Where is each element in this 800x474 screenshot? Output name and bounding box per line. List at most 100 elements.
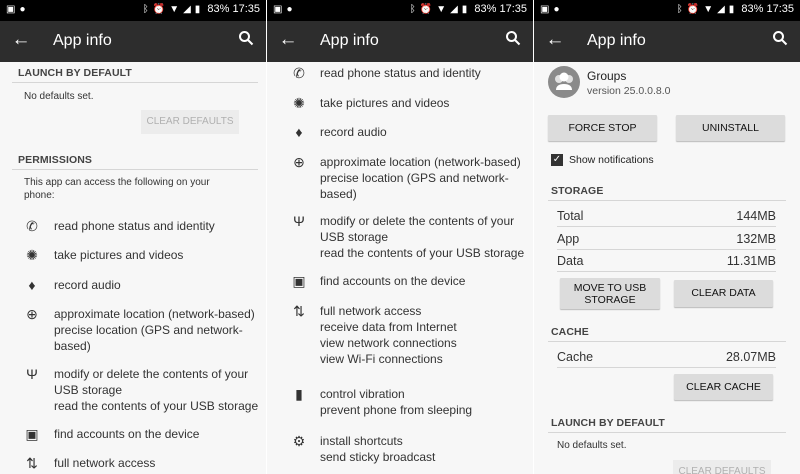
clock: 17:35: [499, 3, 527, 15]
divider: [12, 82, 258, 83]
permission-line: based): [54, 339, 91, 353]
android-icon: ●: [19, 4, 26, 15]
move-to-usb-button[interactable]: MOVE TO USB STORAGE: [560, 278, 660, 309]
permission-item: find accounts on the device: [54, 426, 199, 442]
permissions-intro-line2: phone:: [24, 190, 55, 201]
usb-icon: Ψ: [293, 213, 305, 229]
app-info-panel-permissions-scrolled: ▣ ● ᛒ ⏰ ▼ ◢ ▮ 83% 17:35 ← App info ✆ read pho…: [267, 0, 533, 474]
storage-total-value: 144MB: [736, 209, 776, 223]
permission-line: record audio: [54, 278, 121, 292]
app-info-panel-storage: ▣ ● ᛒ ⏰ ▼ ◢ ▮ 83% 17:35 ← App info Groups ver…: [534, 0, 800, 474]
permission-item: modify or delete the contents of your US…: [54, 366, 258, 414]
move-to-usb-label-line2: STORAGE: [584, 294, 636, 306]
page-title: App info: [587, 32, 646, 49]
wifi-icon: ▼: [436, 4, 447, 15]
divider: [557, 367, 776, 368]
search-icon[interactable]: [772, 30, 792, 50]
permission-item: read phone status and identity: [54, 218, 215, 234]
permission-line: prevent phone from sleeping: [320, 403, 473, 417]
permission-line: read phone status and identity: [320, 66, 481, 80]
permission-item: take pictures and videos: [320, 95, 449, 111]
clock: 17:35: [766, 3, 794, 15]
permission-item: record audio: [320, 124, 387, 140]
clear-defaults-button[interactable]: CLEAR DEFAULTS: [673, 460, 771, 474]
divider: [548, 200, 786, 201]
permission-line: send sticky broadcast: [320, 450, 436, 464]
image-icon: ▣: [6, 4, 16, 15]
battery-percent: 83%: [474, 3, 497, 15]
permission-line: find accounts on the device: [320, 274, 466, 288]
mic-icon: ♦: [28, 277, 36, 293]
alarm-icon: ⏰: [686, 4, 700, 15]
battery-status-icon: ▮: [461, 4, 468, 15]
account-icon: ▣: [25, 426, 39, 442]
permission-line: read the contents of your USB storage: [320, 246, 525, 260]
signal-icon: ◢: [183, 4, 191, 15]
move-to-usb-label-line1: MOVE TO USB: [573, 282, 647, 294]
permission-line: based): [320, 187, 357, 201]
divider: [557, 271, 776, 272]
permission-item: approximate location (network-based) pre…: [320, 154, 521, 202]
clear-defaults-button[interactable]: CLEAR DEFAULTS: [141, 110, 239, 134]
android-icon: ●: [553, 4, 560, 15]
page-title: App info: [320, 32, 379, 49]
clear-data-button[interactable]: CLEAR DATA: [674, 280, 773, 307]
permission-line: take pictures and videos: [320, 96, 450, 110]
signal-icon: ◢: [450, 4, 458, 15]
wifi-icon: ▼: [703, 4, 714, 15]
mic-icon: ♦: [295, 124, 303, 140]
permission-line: take pictures and videos: [54, 248, 184, 262]
alarm-icon: ⏰: [419, 4, 433, 15]
app-bar: ← App info: [534, 21, 800, 62]
signal-icon: ◢: [717, 4, 725, 15]
back-arrow-icon[interactable]: ←: [544, 29, 566, 51]
permission-item: approximate location (network-based) pre…: [54, 306, 255, 354]
app-name: Groups: [587, 69, 627, 83]
clock: 17:35: [232, 3, 260, 15]
battery-percent: 83%: [741, 3, 764, 15]
permissions-intro: This app can access the following on you…: [24, 176, 210, 202]
app-bar: ← App info: [267, 21, 533, 62]
permission-item: take pictures and videos: [54, 247, 183, 263]
permission-line: precise location (GPS and network-: [320, 171, 509, 185]
uninstall-button[interactable]: UNINSTALL: [676, 115, 785, 141]
permission-line: find accounts on the device: [54, 427, 200, 441]
usb-icon: Ψ: [26, 366, 38, 382]
permission-line: read phone status and identity: [54, 219, 215, 233]
permission-item: read phone status and identity: [320, 65, 481, 81]
search-icon[interactable]: [238, 30, 258, 50]
search-icon[interactable]: [505, 30, 525, 50]
camera-icon: ✺: [26, 247, 38, 263]
divider: [557, 249, 776, 250]
app-bar: ← App info: [0, 21, 266, 62]
permission-line: view network connections: [320, 336, 457, 350]
back-arrow-icon[interactable]: ←: [10, 29, 32, 51]
clear-cache-button[interactable]: CLEAR CACHE: [674, 374, 773, 400]
permission-item: modify or delete the contents of your US…: [320, 213, 524, 261]
back-arrow-icon[interactable]: ←: [277, 29, 299, 51]
android-icon: ●: [286, 4, 293, 15]
launch-default-header: LAUNCH BY DEFAULT: [18, 67, 132, 79]
image-icon: ▣: [540, 4, 550, 15]
permission-item: install shortcuts send sticky broadcast: [320, 433, 435, 465]
permissions-intro-line1: This app can access the following on you…: [24, 177, 210, 188]
no-defaults-text: No defaults set.: [557, 440, 627, 451]
show-notifications-checkbox[interactable]: ✓: [551, 154, 563, 166]
phone-icon: ✆: [293, 65, 305, 81]
battery-status-icon: ▮: [194, 4, 201, 15]
permission-item: full network access receive data from In…: [320, 303, 457, 367]
force-stop-button[interactable]: FORCE STOP: [548, 115, 657, 141]
phone-icon: ✆: [26, 218, 38, 234]
status-bar: ▣ ● ᛒ ⏰ ▼ ◢ ▮ 83% 17:35: [534, 0, 800, 21]
location-icon: ⊕: [26, 306, 38, 322]
page-title: App info: [53, 32, 112, 49]
storage-header: STORAGE: [551, 185, 604, 197]
storage-data-value: 11.31MB: [726, 254, 776, 268]
permission-item: record audio: [54, 277, 121, 293]
launch-default-header: LAUNCH BY DEFAULT: [551, 417, 665, 429]
bluetooth-icon: ᛒ: [676, 4, 683, 15]
storage-app-value: 132MB: [736, 232, 776, 246]
permissions-header: PERMISSIONS: [18, 154, 93, 166]
battery-percent: 83%: [207, 3, 230, 15]
alarm-icon: ⏰: [152, 4, 166, 15]
